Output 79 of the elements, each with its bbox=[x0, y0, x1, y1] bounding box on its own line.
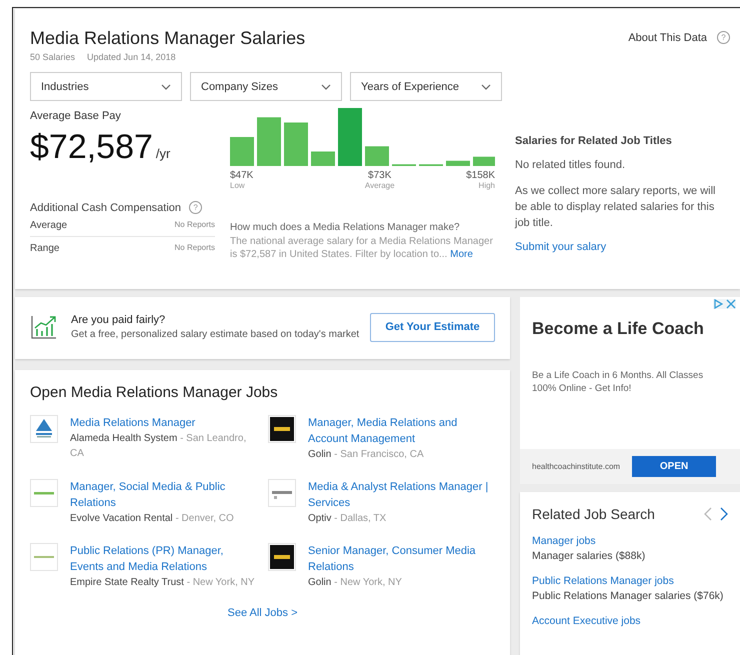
ad-info-icon[interactable] bbox=[713, 299, 723, 309]
job-title-link[interactable]: Manager, Media Relations and Account Management bbox=[308, 415, 498, 447]
prompt-title: Are you paid fairly? bbox=[71, 314, 166, 326]
more-link[interactable]: More bbox=[450, 249, 473, 260]
submit-salary-link[interactable]: Submit your salary bbox=[515, 241, 606, 253]
histogram-bar bbox=[284, 122, 308, 166]
company-logo bbox=[268, 415, 296, 443]
histogram-label: Low bbox=[230, 181, 246, 190]
help-icon[interactable]: ? bbox=[717, 31, 730, 44]
job-company-location: Evolve Vacation Rental - Denver, CO bbox=[70, 512, 235, 526]
filter-dropdown[interactable]: Industries bbox=[30, 72, 182, 101]
get-estimate-button[interactable]: Get Your Estimate bbox=[370, 312, 495, 342]
see-all-jobs-link[interactable]: See All Jobs > bbox=[227, 607, 298, 619]
related-job-link[interactable]: Account Executive jobs bbox=[532, 615, 641, 627]
row-value: No Reports bbox=[174, 243, 215, 254]
histogram-value: $47K bbox=[230, 170, 254, 181]
row-label: Range bbox=[30, 243, 60, 254]
page-title: Media Relations Manager Salaries bbox=[30, 28, 306, 49]
ad-text: Be a Life Coach in 6 Months. All Classes 100% Online - Get Info! bbox=[532, 369, 704, 395]
about-data-link[interactable]: About This Data bbox=[628, 32, 707, 44]
updated-date: Updated Jun 14, 2018 bbox=[87, 52, 176, 62]
row-label: Average bbox=[30, 220, 68, 231]
filter-dropdown[interactable]: Company Sizes bbox=[190, 72, 342, 101]
histogram-bar bbox=[230, 137, 254, 166]
related-note: As we collect more salary reports, we will be able to display related salaries for this job title. bbox=[515, 184, 717, 231]
related-titles-heading: Salaries for Related Job Titles bbox=[515, 135, 673, 147]
salary-count: 50 Salaries bbox=[30, 52, 76, 62]
open-button[interactable]: OPEN bbox=[632, 456, 716, 477]
prompt-text: Get a free, personalized salary estimate based on today's market bbox=[71, 329, 360, 340]
histogram-label: Average bbox=[364, 181, 395, 190]
no-related-text: No related titles found. bbox=[515, 158, 626, 173]
related-job-link[interactable]: Manager jobs bbox=[532, 535, 596, 547]
company-logo bbox=[268, 543, 296, 571]
histogram-bar bbox=[365, 146, 389, 166]
company-logo bbox=[30, 479, 58, 507]
close-icon[interactable] bbox=[726, 299, 736, 309]
chevron-down-icon bbox=[321, 84, 331, 90]
chevron-down-icon bbox=[481, 84, 491, 90]
job-company-location: Golin - San Francisco, CA bbox=[308, 448, 425, 462]
company-logo bbox=[30, 543, 58, 571]
jobs-heading: Open Media Relations Manager Jobs bbox=[30, 384, 279, 401]
ad-domain: healthcoachinstitute.com bbox=[532, 462, 620, 471]
company-logo bbox=[268, 479, 296, 507]
histogram-bar bbox=[257, 117, 281, 166]
related-job-link[interactable]: Public Relations Manager jobs bbox=[532, 575, 674, 587]
chevron-right-icon[interactable] bbox=[720, 507, 728, 521]
related-salary: Manager salaries ($88k) bbox=[532, 549, 646, 564]
chevron-down-icon bbox=[161, 84, 171, 90]
cash-compensation-title: Additional Cash Compensation bbox=[30, 202, 182, 214]
row-value: No Reports bbox=[174, 220, 215, 231]
job-company-location: Empire State Realty Trust - New York, NY bbox=[70, 576, 256, 590]
rising-chart-icon bbox=[31, 315, 57, 339]
job-title-link[interactable]: Public Relations (PR) Manager, Events and Media Relations bbox=[70, 543, 260, 575]
job-title-link[interactable]: Media & Analyst Relations Manager | Services bbox=[308, 479, 498, 511]
summary-text: The national average salary for a Media Relations Manager is $72,587 in United States. Filter by location to... More bbox=[230, 235, 494, 261]
job-title-link[interactable]: Senior Manager, Consumer Media Relations bbox=[308, 543, 498, 575]
job-company-location: Optiv - Dallas, TX bbox=[308, 512, 388, 526]
histogram-value: $73K bbox=[368, 170, 392, 181]
pay-unit: /yr bbox=[156, 146, 170, 161]
base-pay-amount: $72,587 bbox=[30, 128, 153, 167]
help-icon[interactable]: ? bbox=[189, 201, 202, 214]
chevron-left-icon[interactable] bbox=[704, 507, 712, 521]
histogram-bar bbox=[446, 160, 470, 166]
summary-question: How much does a Media Relations Manager make? bbox=[230, 222, 461, 233]
histogram-label: High bbox=[478, 181, 495, 190]
histogram-bar bbox=[311, 152, 335, 166]
histogram-bar bbox=[338, 108, 362, 166]
filter-dropdown[interactable]: Years of Experience bbox=[350, 72, 502, 101]
job-title-link[interactable]: Media Relations Manager bbox=[70, 415, 260, 431]
job-company-location: Alameda Health System - San Leandro, CA bbox=[70, 432, 248, 461]
histogram-bar bbox=[473, 156, 495, 166]
histogram-value: $158K bbox=[466, 170, 495, 181]
related-salary: Public Relations Manager salaries ($76k) bbox=[532, 589, 724, 604]
base-pay-label: Average Base Pay bbox=[30, 110, 122, 122]
job-company-location: Golin - New York, NY bbox=[308, 576, 403, 590]
related-search-heading: Related Job Search bbox=[532, 506, 656, 522]
job-title-link[interactable]: Manager, Social Media & Public Relations bbox=[70, 479, 260, 511]
company-logo bbox=[30, 415, 58, 443]
ad-headline: Become a Life Coach bbox=[532, 319, 705, 339]
